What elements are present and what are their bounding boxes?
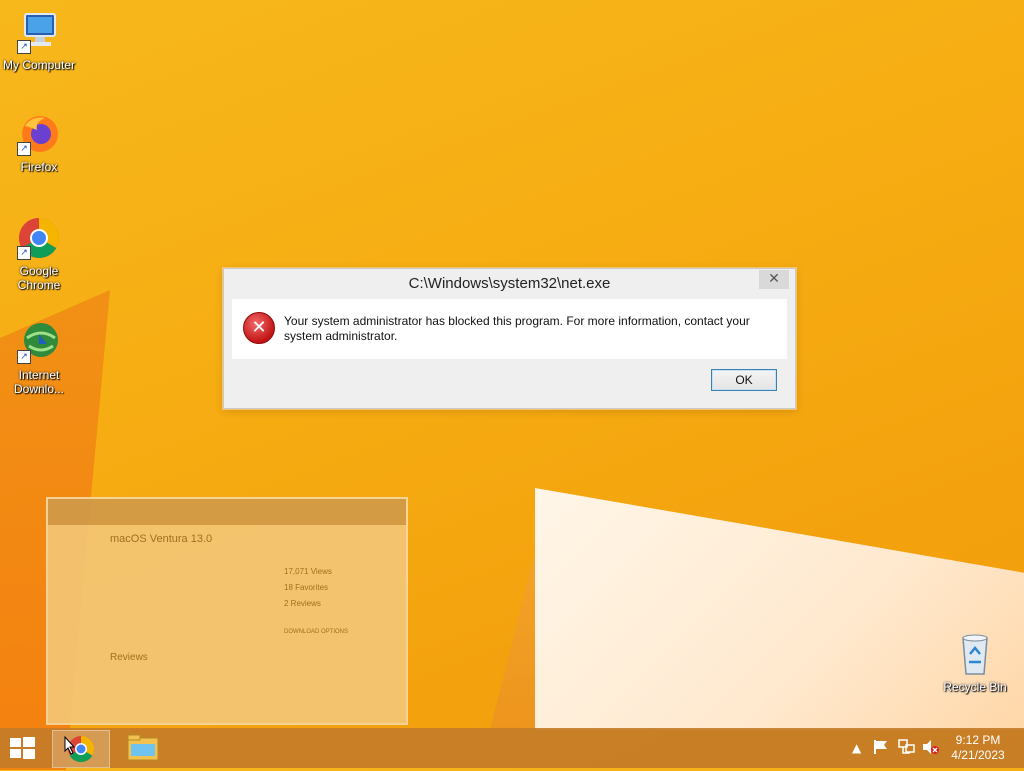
flag-icon[interactable] [873,739,889,758]
recycle-bin-icon [953,632,997,676]
shortcut-arrow-icon: ↗ [17,350,31,364]
clock-date: 4/21/2023 [951,748,1005,762]
dialog-message: Your system administrator has blocked th… [284,314,750,343]
ok-button[interactable]: OK [711,369,777,391]
taskbar-chrome[interactable] [52,730,110,768]
preview-views: 17,071 Views [284,567,332,576]
close-button[interactable]: ✕ [759,270,789,289]
preview-title: macOS Ventura 13.0 [110,533,213,545]
idm-globe-icon: ↗ [17,320,61,364]
computer-icon: ↗ [17,10,61,54]
chevron-up-icon[interactable]: ▲ [852,741,861,755]
dialog-body: ✕ Your system administrator has blocked … [232,299,787,359]
error-icon: ✕ [243,312,275,344]
network-icon[interactable] [898,739,916,758]
shortcut-arrow-icon: ↗ [17,40,31,54]
chrome-icon: ↗ [17,216,61,260]
desktop-icon-google-chrome[interactable]: ↗ Google Chrome [0,216,79,292]
desktop-icon-label: Internet Downlo... [13,368,65,396]
start-button[interactable] [8,736,36,760]
window-thumbnail-preview[interactable]: macOS Ventura 13.0 17,071 Views 18 Favor… [46,497,408,725]
preview-reviews-count: 2 Reviews [284,599,321,608]
preview-reviews-heading: Reviews [110,652,148,663]
desktop-icon-internet-download[interactable]: ↗ Internet Downlo... [0,320,79,396]
desktop-icon-firefox[interactable]: ↗ Firefox [0,112,79,174]
system-clock[interactable]: 9:12 PM 4/21/2023 [938,733,1018,763]
taskbar-file-explorer[interactable] [114,730,170,766]
desktop-icon-my-computer[interactable]: ↗ My Computer [0,10,79,72]
firefox-icon: ↗ [17,112,61,156]
clock-time: 9:12 PM [955,733,1001,747]
preview-favorites: 18 Favorites [284,583,329,592]
error-dialog: C:\Windows\system32\net.exe ✕ ✕ Your sys… [223,268,796,409]
desktop-icon-label: My Computer [2,58,76,72]
shortcut-arrow-icon: ↗ [17,246,31,260]
desktop-icon-label: Google Chrome [17,264,61,292]
taskbar: ▲ 9:12 PM 4/21/2023 [0,728,1024,768]
dialog-title: C:\Windows\system32\net.exe [408,275,611,292]
shortcut-arrow-icon: ↗ [17,142,31,156]
preview-download-options: DOWNLOAD OPTIONS [284,629,349,635]
preview-toolbar [48,499,406,525]
folder-icon [127,734,159,761]
close-icon: ✕ [768,271,780,287]
desktop-icon-recycle-bin[interactable]: Recycle Bin [935,632,1015,694]
desktop-icon-label: Firefox [20,160,58,174]
desktop-icon-label: Recycle Bin [943,680,1007,694]
chrome-icon [64,735,95,763]
